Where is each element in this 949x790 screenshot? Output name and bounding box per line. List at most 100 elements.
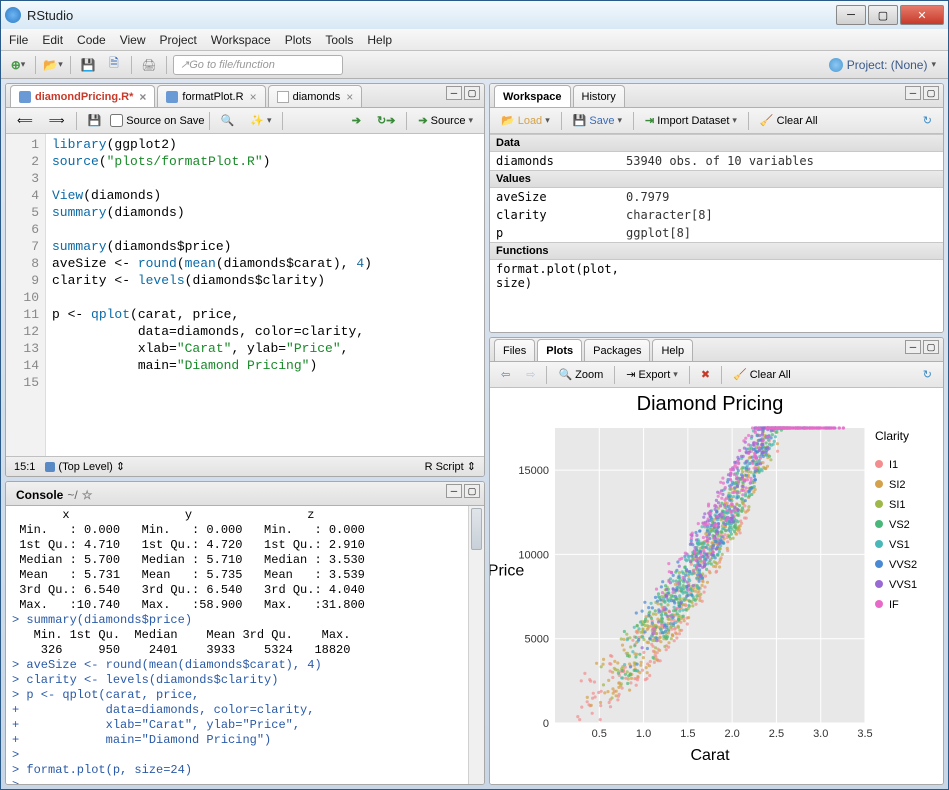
tab-diamondpricing[interactable]: diamondPricing.R* ×: [10, 85, 155, 107]
workspace-row[interactable]: format.plot(plot, size): [490, 260, 943, 292]
workspace-body: Datadiamonds53940 obs. of 10 variablesVa…: [490, 134, 943, 332]
tab-history[interactable]: History: [573, 85, 625, 107]
workspace-row[interactable]: claritycharacter[8]: [490, 206, 943, 224]
svg-text:0.5: 0.5: [592, 728, 607, 740]
svg-text:VS1: VS1: [889, 539, 910, 551]
tab-files[interactable]: Files: [494, 339, 535, 361]
menubar: File Edit Code View Project Workspace Pl…: [1, 29, 948, 51]
refresh-button[interactable]: ↻: [916, 365, 939, 384]
workspace-toolbar: 📂 Load▾ 💾 Save▾ ⇥ Import Dataset▾ 🧹 Clea…: [490, 108, 943, 134]
menu-view[interactable]: View: [120, 33, 146, 47]
tab-workspace[interactable]: Workspace: [494, 85, 571, 107]
tab-diamonds-data[interactable]: diamonds ×: [268, 85, 363, 107]
minimize-button[interactable]: ─: [836, 5, 866, 25]
menu-help[interactable]: Help: [367, 33, 392, 47]
svg-text:Carat: Carat: [690, 747, 730, 764]
workspace-row[interactable]: diamonds53940 obs. of 10 variables: [490, 152, 943, 170]
workspace-pane: Workspace History ─ ▢ 📂 Load▾ 💾 Save▾ ⇥ …: [489, 83, 944, 333]
menu-tools[interactable]: Tools: [325, 33, 353, 47]
run-button[interactable]: ➔: [345, 111, 368, 130]
rerun-button[interactable]: ↻➔: [370, 111, 402, 130]
scrollbar[interactable]: [468, 506, 484, 784]
project-icon: [829, 58, 843, 72]
back-button[interactable]: ⟸: [10, 111, 40, 130]
window-title: RStudio: [27, 8, 836, 23]
menu-code[interactable]: Code: [77, 33, 106, 47]
minimize-pane-button[interactable]: ─: [446, 484, 462, 498]
scope-selector[interactable]: (Top Level) ⇕: [45, 460, 125, 473]
clear-workspace-button[interactable]: 🧹 Clear All: [753, 111, 825, 130]
project-selector[interactable]: Project: (None) ▾: [823, 58, 942, 72]
console-header: Console ~/ ☆ ─ ▢: [6, 482, 484, 506]
r-file-icon: [19, 91, 31, 103]
print-button[interactable]: 🖨: [138, 54, 160, 76]
titlebar[interactable]: RStudio ─ ▢ ✕: [1, 1, 948, 29]
code-editor[interactable]: 1 2 3 4 5 6 7 8 9 10 11 12 13 14 15 libr…: [6, 134, 484, 456]
source-statusbar: 15:1 (Top Level) ⇕ R Script ⇕: [6, 456, 484, 476]
svg-text:2.0: 2.0: [724, 728, 739, 740]
svg-text:IF: IF: [889, 599, 899, 611]
tab-help[interactable]: Help: [652, 339, 693, 361]
close-icon[interactable]: ×: [250, 90, 257, 104]
code-area[interactable]: library(ggplot2) source("plots/formatPlo…: [46, 134, 484, 456]
source-pane: diamondPricing.R* × formatPlot.R × diamo…: [5, 83, 485, 477]
import-dataset-button[interactable]: ⇥ Import Dataset▾: [638, 111, 744, 130]
svg-text:1.0: 1.0: [636, 728, 651, 740]
maximize-pane-button[interactable]: ▢: [464, 86, 480, 100]
minimize-pane-button[interactable]: ─: [905, 86, 921, 100]
svg-text:I1: I1: [889, 459, 898, 471]
workspace-row[interactable]: pggplot[8]: [490, 224, 943, 242]
minimize-pane-button[interactable]: ─: [446, 86, 462, 100]
refresh-button[interactable]: ↻: [916, 111, 939, 130]
svg-text:5000: 5000: [525, 634, 549, 646]
workspace-section-header: Values: [490, 170, 943, 188]
menu-workspace[interactable]: Workspace: [211, 33, 271, 47]
new-file-button[interactable]: ⊕▾: [7, 54, 29, 76]
menu-file[interactable]: File: [9, 33, 28, 47]
close-icon[interactable]: ×: [346, 90, 353, 104]
svg-text:1.5: 1.5: [680, 728, 695, 740]
menu-project[interactable]: Project: [160, 33, 197, 47]
export-button[interactable]: ⇥ Export▾: [619, 365, 685, 384]
save-workspace-button[interactable]: 💾 Save▾: [566, 111, 629, 130]
save-file-button[interactable]: 💾: [81, 111, 109, 130]
minimize-pane-button[interactable]: ─: [905, 340, 921, 354]
open-file-button[interactable]: 📂▾: [42, 54, 64, 76]
tab-formatplot[interactable]: formatPlot.R ×: [157, 85, 265, 107]
wand-button[interactable]: ✨▾: [243, 111, 278, 130]
find-button[interactable]: 🔍: [214, 111, 242, 130]
menu-edit[interactable]: Edit: [42, 33, 63, 47]
svg-text:VVS1: VVS1: [889, 579, 917, 591]
workspace-row[interactable]: aveSize0.7979: [490, 188, 943, 206]
source-script-button[interactable]: ➔Source▾: [411, 111, 480, 130]
workspace-section-header: Functions: [490, 242, 943, 260]
maximize-pane-button[interactable]: ▢: [464, 484, 480, 498]
language-selector[interactable]: R Script ⇕: [425, 460, 476, 473]
tab-plots[interactable]: Plots: [537, 339, 582, 361]
svg-text:3.0: 3.0: [813, 728, 828, 740]
clear-plots-button[interactable]: 🧹 Clear All: [726, 365, 798, 384]
remove-plot-button[interactable]: ✖: [694, 365, 717, 384]
tab-packages[interactable]: Packages: [584, 339, 650, 361]
prev-plot-button[interactable]: ⇦: [494, 365, 517, 384]
console-output[interactable]: x y z Min. : 0.000 Min. : 0.000 Min. : 0…: [6, 506, 484, 784]
load-button[interactable]: 📂 Load▾: [494, 111, 557, 130]
goto-file-input[interactable]: ↗ Go to file/function: [173, 55, 343, 75]
source-on-save-checkbox[interactable]: Source on Save: [110, 114, 204, 127]
maximize-pane-button[interactable]: ▢: [923, 86, 939, 100]
svg-text:3.5: 3.5: [857, 728, 872, 740]
next-plot-button[interactable]: ⇨: [519, 365, 542, 384]
menu-plots[interactable]: Plots: [285, 33, 312, 47]
save-all-button[interactable]: 🗎: [103, 54, 125, 76]
maximize-button[interactable]: ▢: [868, 5, 898, 25]
close-button[interactable]: ✕: [900, 5, 944, 25]
forward-button[interactable]: ⟹: [42, 111, 72, 130]
svg-text:Clarity: Clarity: [875, 429, 909, 443]
maximize-pane-button[interactable]: ▢: [923, 340, 939, 354]
save-button[interactable]: 💾: [77, 54, 99, 76]
zoom-button[interactable]: 🔍 Zoom: [551, 365, 610, 384]
console-pane: Console ~/ ☆ ─ ▢ x y z Min. : 0.000 Min.…: [5, 481, 485, 785]
console-title: Console: [16, 488, 63, 502]
app-window: RStudio ─ ▢ ✕ File Edit Code View Projec…: [0, 0, 949, 790]
close-icon[interactable]: ×: [139, 90, 146, 104]
